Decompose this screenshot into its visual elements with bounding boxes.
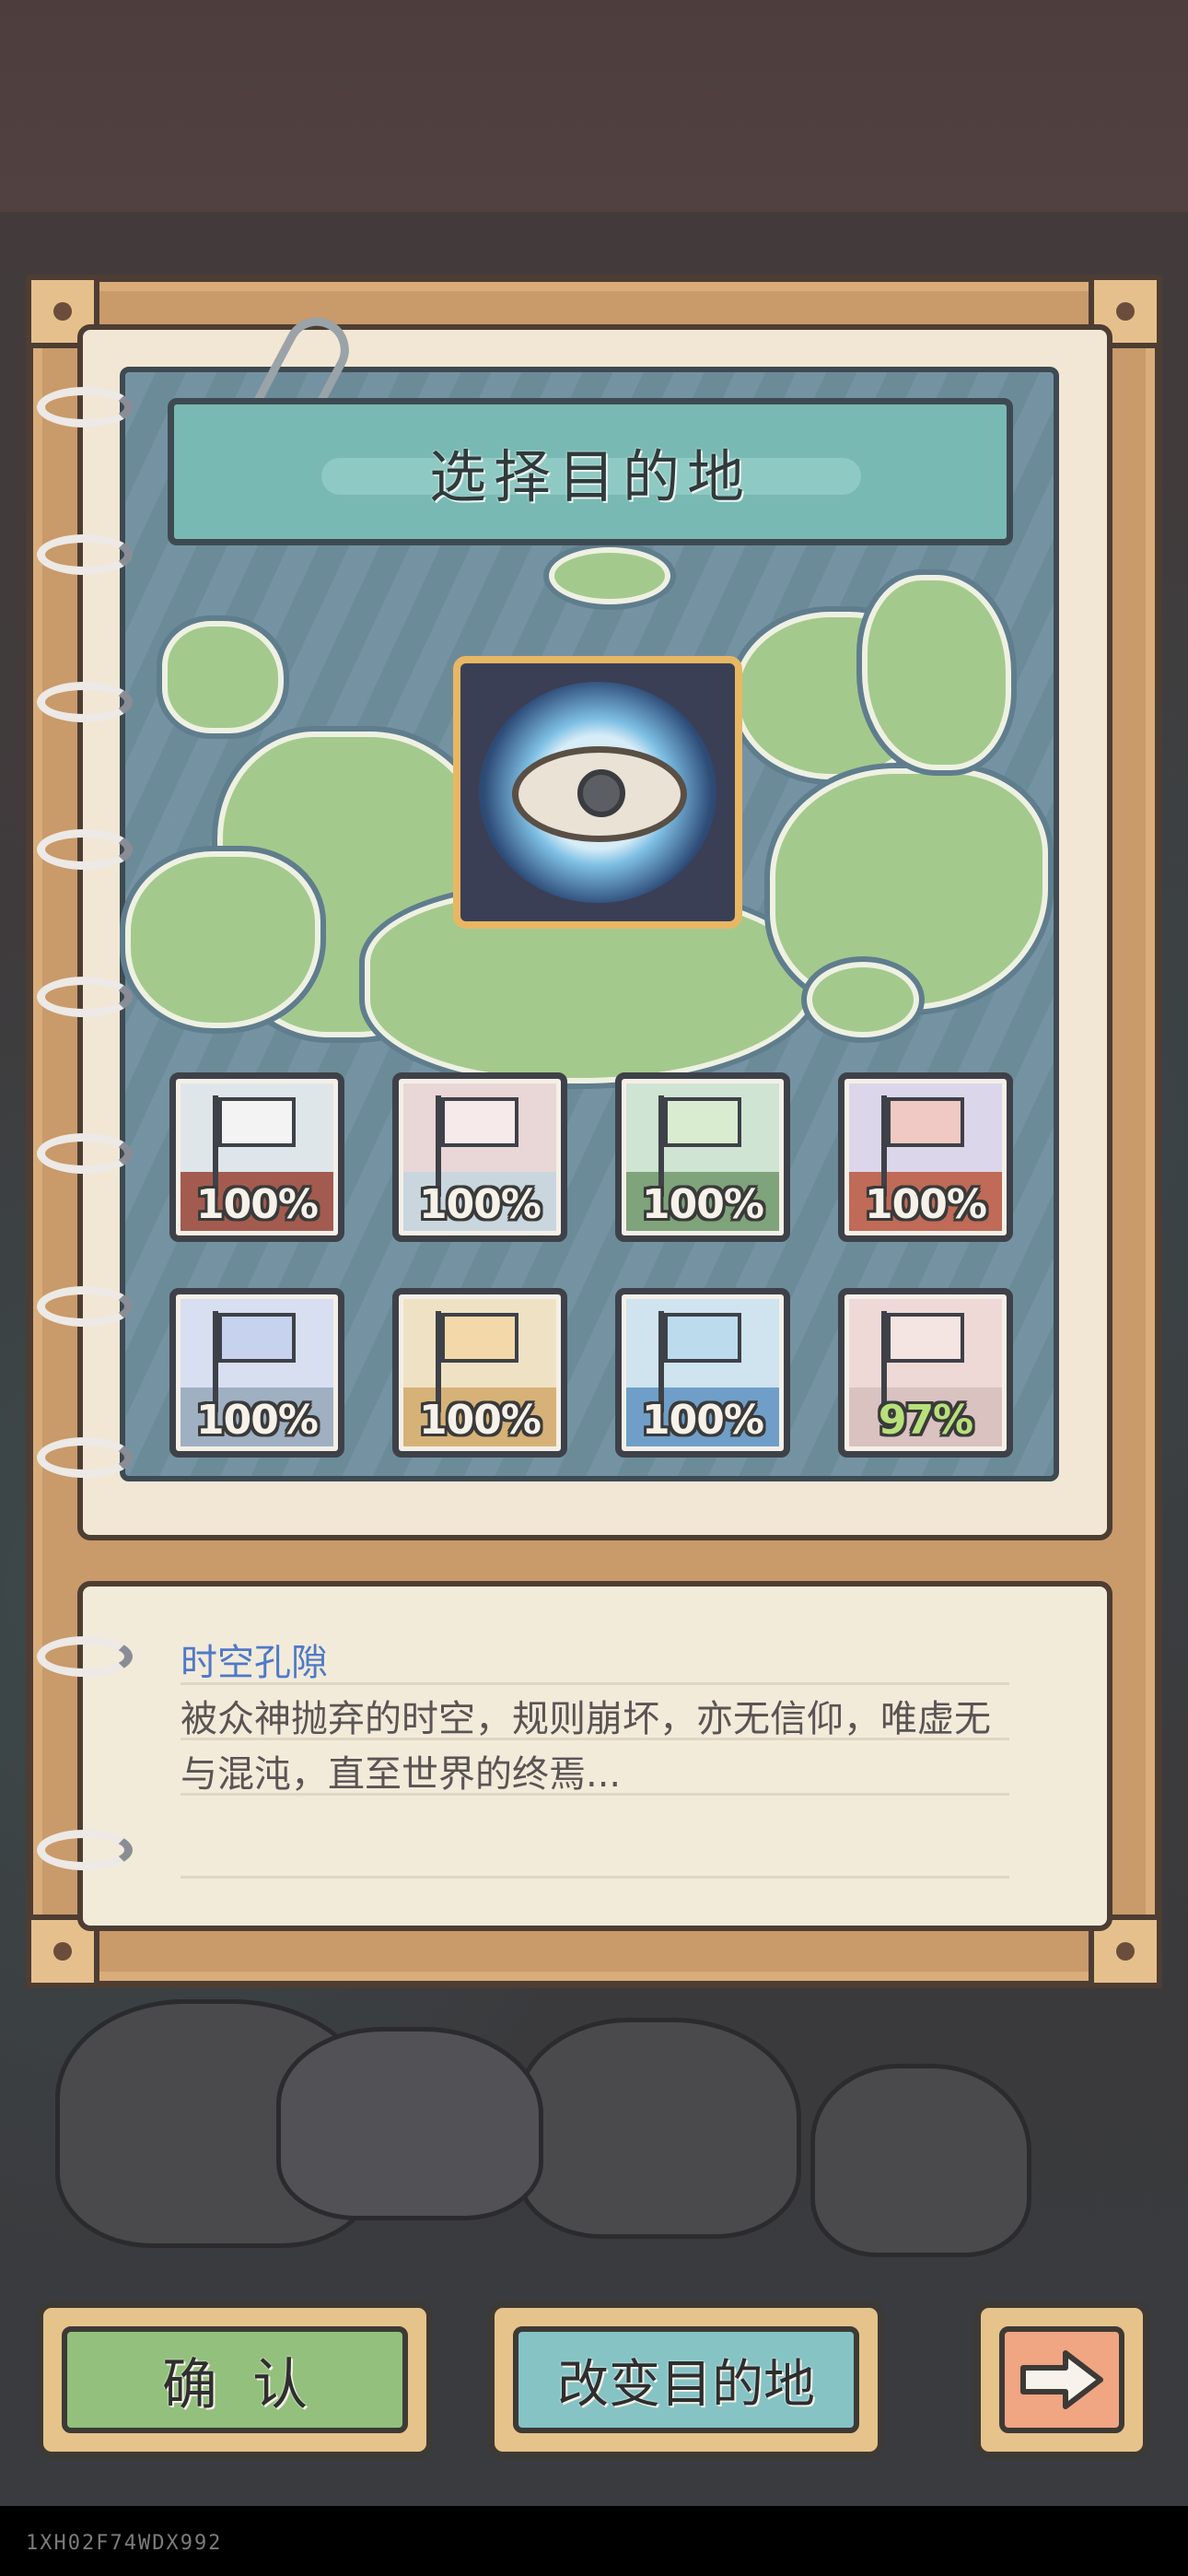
confirm-button[interactable]: 确 认 [37,2301,433,2458]
notebook-ring [37,387,133,427]
notebook-ring [37,829,133,870]
confirm-button-label: 确 认 [161,2352,309,2418]
notebook-ring [37,1286,133,1327]
destination-description: 被众神抛弃的时空，规则崩坏，亦无信仰，唯虚无与混沌，直至世界的终焉... [181,1698,991,1796]
island [162,621,284,733]
rock [810,2064,1031,2257]
destination-card-india[interactable]: 97% [838,1288,1013,1458]
egypt-flag-icon [441,1313,518,1363]
china-flag-icon [664,1097,741,1147]
greece-flag-icon [664,1313,741,1363]
progress-label: 100% [642,1181,764,1228]
notebook-ring [37,1830,133,1870]
eye-iris [577,769,625,817]
island [125,851,320,1028]
destination-card-japan[interactable]: 100% [392,1072,567,1242]
destination-card-east-asia[interactable]: 100% [169,1072,344,1242]
change-destination-button[interactable]: 改变目的地 [488,2301,884,2458]
usa-flag-icon [887,1097,964,1147]
notebook-ring [37,682,133,722]
ruled-line [181,1876,1009,1879]
island [549,547,670,604]
progress-label: 100% [196,1181,319,1228]
title-banner: 选择目的地 [168,398,1013,545]
arrow-right-icon [1020,2350,1103,2409]
destination-card-egypt[interactable]: 100% [392,1288,567,1458]
uk-flag-icon [218,1313,296,1363]
progress-label: 100% [196,1397,319,1444]
island [807,962,919,1037]
build-id: 1XH02F74WDX992 [26,2532,223,2555]
page-title: 选择目的地 [428,443,751,510]
notebook-ring [37,1636,133,1677]
notebook-ring [37,534,133,575]
rock [516,2018,801,2239]
progress-label: 100% [419,1181,542,1228]
progress-label: 97% [878,1397,973,1444]
island [862,575,1011,770]
change-destination-label: 改变目的地 [557,2354,815,2415]
next-button[interactable] [974,2301,1149,2458]
india-flag-icon [887,1313,964,1363]
rock [276,2027,543,2220]
notebook-ring [37,977,133,1017]
progress-label: 100% [865,1181,987,1228]
destination-card-uk[interactable]: 100% [169,1288,344,1458]
destination-card-greece[interactable]: 100% [615,1288,790,1458]
progress-label: 100% [642,1397,764,1444]
notebook-ring [37,1437,133,1478]
portal-destination[interactable] [453,656,742,929]
island-continent-east [770,768,1048,1010]
destination-name: 时空孔隙 [181,1642,328,1684]
eye-portal-icon [512,746,687,842]
east-asia-flag-icon [218,1097,296,1147]
destination-card-china[interactable]: 100% [615,1072,790,1242]
japan-flag-icon [441,1097,518,1147]
background-top [0,0,1188,212]
progress-label: 100% [419,1397,542,1444]
notebook-ring [37,1133,133,1174]
destination-card-usa[interactable]: 100% [838,1072,1013,1242]
